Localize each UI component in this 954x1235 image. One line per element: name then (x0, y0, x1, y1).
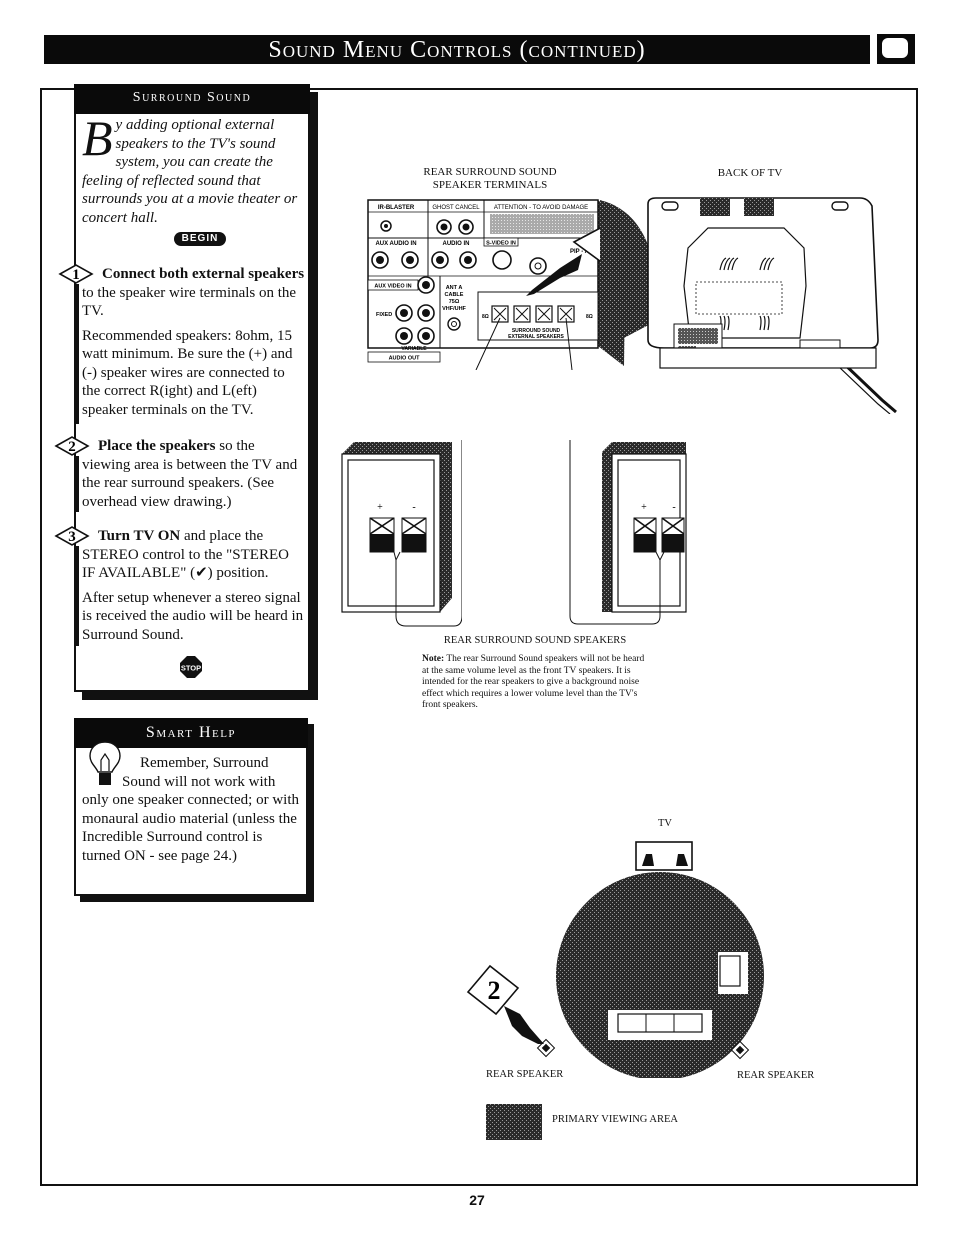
overhead-view-diagram: 2 (466, 841, 764, 1078)
note-paragraph: Note: The rear Surround Sound speakers w… (422, 654, 652, 712)
begin-badge: BEGIN (174, 232, 226, 246)
step-3-bold: Turn TV ON (98, 528, 181, 544)
page-title: Sound Menu Controls (continued) (268, 37, 646, 63)
minus-terminal-label: - (412, 502, 415, 513)
step-1-bold: Connect both external speakers (102, 266, 305, 282)
audio-in-label: AUDIO IN (443, 241, 470, 247)
terminals-label: Rear Surround Sound Speaker Terminals (400, 166, 580, 192)
vhf-uhf-label: VHF/UHF (442, 306, 466, 312)
left-rear-speaker-diagram: + - (341, 440, 462, 627)
terminals-label-line-2: Speaker Terminals (432, 179, 548, 191)
back-of-tv-label: Back of TV (717, 167, 783, 179)
plus-terminal-label: + (377, 502, 383, 513)
intro-paragraph: By adding optional external speakers to … (82, 110, 306, 227)
help-line-2: Sound will not work with (122, 773, 276, 790)
step-1-text: Connect both external speakers to the sp… (82, 265, 306, 419)
legend-swatch (486, 1104, 542, 1140)
svg-text:3: 3 (68, 529, 76, 545)
tv-screen-icon (877, 34, 915, 64)
ohm-label: 75Ω (449, 299, 460, 305)
rear-speaker-right-label: Rear Speaker (737, 1070, 815, 1081)
step-3-text: Turn TV ON and place the STEREO control … (82, 527, 304, 644)
step-1-body: to the speaker wire terminals on the TV. (82, 284, 297, 320)
ir-blaster-label: IR-BLASTER (378, 205, 415, 211)
rear-speakers-label: Rear Surround Sound Speakers (443, 635, 627, 646)
note-text: The rear Surround Sound speakers will no… (422, 654, 645, 711)
cable-label: CABLE (445, 292, 464, 298)
audio-out-label: AUDIO OUT (389, 356, 421, 362)
step-2-pointer-icon: 2 (466, 964, 544, 1044)
eight-ohm-right-label: 8Ω (586, 314, 593, 320)
step-3-bar (76, 546, 79, 646)
step-2-text: Place the speakers so the viewing area i… (82, 437, 302, 511)
fixed-label: FIXED (376, 312, 392, 318)
help-line-1: Remember, Surround (140, 755, 269, 771)
terminals-label-line-1: Rear Surround Sound (423, 166, 557, 178)
step-2-bar (76, 456, 79, 512)
back-of-tv-diagram (600, 197, 897, 414)
plus-terminal-label-right: + (641, 502, 647, 513)
legend-label: Primary Viewing Area (552, 1114, 679, 1125)
variable-label: VARIABLE (401, 346, 427, 352)
stop-sign-icon: STOP (180, 656, 202, 678)
aux-video-in-label: AUX VIDEO IN (374, 284, 411, 290)
svg-text:STOP: STOP (181, 664, 201, 673)
minus-terminal-label-right: - (672, 502, 675, 513)
drop-cap: B (82, 110, 113, 166)
page-number: 27 (469, 1192, 485, 1208)
step-1-diamond-icon: 1 (58, 264, 94, 284)
step-1-bar (76, 284, 79, 424)
svg-text:2: 2 (68, 439, 76, 455)
aux-audio-in-label: AUX AUDIO IN (375, 241, 416, 247)
step-2-diamond-icon: 2 (54, 436, 90, 456)
eight-ohm-left-label: 8Ω (482, 314, 489, 320)
ant-a-label: ANT A (446, 285, 463, 291)
tv-label: TV (658, 818, 672, 829)
step-2-bold: Place the speakers (98, 438, 216, 454)
attention-label: ATTENTION - TO AVOID DAMAGE (494, 205, 588, 211)
ghost-cancel-label: GHOST CANCEL (432, 205, 480, 211)
intro-text: y adding optional external speakers to t… (82, 117, 298, 226)
rear-speaker-left-label: Rear Speaker (486, 1069, 564, 1080)
help-line-rest: only one speaker connected; or with mona… (82, 792, 300, 864)
s-video-in-label: S-VIDEO IN (486, 241, 516, 247)
external-speakers-panel-label: EXTERNAL SPEAKERS (508, 334, 564, 340)
note-bold: Note: (422, 654, 445, 664)
svg-text:2: 2 (488, 976, 501, 1005)
smart-help-text: Remember, Surround Sound will not work w… (82, 754, 304, 865)
step-3-extra: After setup whenever a stereo signal is … (82, 589, 304, 643)
step-3-diamond-icon: 3 (54, 526, 90, 546)
svg-text:1: 1 (72, 267, 80, 283)
step-1-extra: Recommended speakers: 8ohm, 15 watt mini… (82, 327, 293, 418)
right-rear-speaker-diagram: + - (569, 440, 687, 625)
